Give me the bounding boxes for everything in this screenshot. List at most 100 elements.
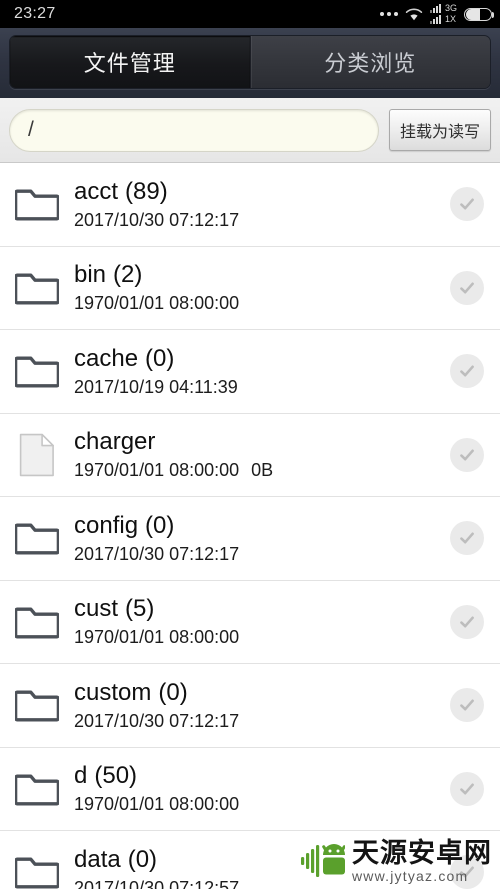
- path-input[interactable]: /: [9, 108, 379, 152]
- file-name-text: d: [74, 762, 88, 790]
- file-name-text: acct: [74, 177, 119, 205]
- tab-file-manager[interactable]: 文件管理: [10, 36, 250, 88]
- file-meta: 1970/01/01 08:00:00: [74, 292, 450, 314]
- file-info: cust (5) 1970/01/01 08:00:00: [62, 595, 450, 648]
- table-row[interactable]: acct (89) 2017/10/30 07:12:17: [0, 163, 500, 247]
- signal-1x-label: 1X: [444, 14, 456, 24]
- tab-bar: 文件管理 分类浏览: [9, 35, 491, 89]
- file-name-text: charger: [74, 428, 156, 456]
- table-row[interactable]: d (50) 1970/01/01 08:00:00: [0, 747, 500, 831]
- wifi-icon: [405, 8, 423, 21]
- select-checkmark-icon[interactable]: [450, 270, 484, 305]
- more-dots-icon: [379, 12, 398, 16]
- file-child-count: (0): [127, 845, 158, 873]
- table-row[interactable]: cache (0) 2017/10/19 04:11:39: [0, 330, 500, 414]
- file-meta: 1970/01/01 08:00:00 0B: [74, 459, 450, 481]
- table-row[interactable]: bin (2) 1970/01/01 08:00:00: [0, 246, 500, 330]
- file-name: data (0): [74, 846, 450, 874]
- file-child-count: (0): [158, 678, 188, 706]
- folder-icon: [12, 772, 62, 806]
- path-bar: / 挂载为读写: [0, 98, 500, 163]
- file-name: cache (0): [74, 345, 450, 373]
- file-name: d (50): [74, 762, 450, 790]
- file-name-text: cust: [74, 595, 119, 623]
- file-icon: [12, 433, 62, 477]
- tab-category-browse[interactable]: 分类浏览: [249, 36, 490, 88]
- file-info: cache (0) 2017/10/19 04:11:39: [62, 345, 450, 398]
- file-name-text: cache: [74, 344, 139, 372]
- signal-indicators: 3G 1X: [429, 3, 457, 24]
- select-checkmark-icon[interactable]: [450, 187, 484, 222]
- folder-icon: [12, 605, 62, 639]
- file-date: 1970/01/01 08:00:00: [74, 460, 240, 481]
- folder-icon: [12, 855, 62, 889]
- file-meta: 1970/01/01 08:00:00: [74, 626, 450, 648]
- status-bar-clock: 23:27: [14, 5, 56, 22]
- phone-screen: 23:27 3G 1X 文件管理 分类浏览 / 挂载为读写 acct (89) …: [0, 0, 500, 889]
- file-child-count: (0): [145, 344, 175, 372]
- signal-3g-icon: 3G: [429, 3, 457, 13]
- table-row[interactable]: charger 1970/01/01 08:00:00 0B: [0, 413, 500, 497]
- file-info: acct (89) 2017/10/30 07:12:17: [62, 178, 450, 231]
- file-date: 2017/10/30 07:12:17: [74, 543, 240, 564]
- battery-icon: [464, 7, 494, 21]
- file-meta: 2017/10/30 07:12:17: [74, 710, 450, 732]
- folder-icon: [12, 688, 62, 722]
- status-bar: 23:27 3G 1X: [0, 0, 500, 28]
- folder-icon: [12, 271, 62, 305]
- file-date: 1970/01/01 08:00:00: [74, 627, 240, 648]
- file-meta: 2017/10/30 07:12:17: [74, 209, 450, 231]
- folder-icon: [12, 521, 62, 555]
- select-checkmark-icon[interactable]: [450, 604, 484, 639]
- file-name: custom (0): [74, 679, 450, 707]
- table-row[interactable]: custom (0) 2017/10/30 07:12:17: [0, 664, 500, 748]
- signal-1x-icon: 1X: [429, 14, 457, 24]
- file-name: config (0): [74, 512, 450, 540]
- file-list[interactable]: acct (89) 2017/10/30 07:12:17 bin (2) 1970/01…: [0, 163, 500, 889]
- file-info: data (0) 2017/10/30 07:12:57: [62, 846, 450, 889]
- select-checkmark-icon[interactable]: [450, 521, 484, 556]
- file-date: 2017/10/30 07:12:17: [74, 710, 240, 731]
- file-date: 2017/10/30 07:12:17: [74, 209, 240, 230]
- file-name-text: bin: [74, 261, 107, 289]
- file-meta: 2017/10/19 04:11:39: [74, 376, 450, 398]
- select-checkmark-icon[interactable]: [450, 855, 484, 889]
- file-child-count: (0): [145, 511, 175, 539]
- folder-icon: [12, 187, 62, 221]
- file-date: 1970/01/01 08:00:00: [74, 293, 240, 314]
- file-child-count: (50): [94, 762, 138, 790]
- file-info: custom (0) 2017/10/30 07:12:17: [62, 679, 450, 732]
- file-meta: 2017/10/30 07:12:57: [74, 877, 450, 889]
- table-row[interactable]: data (0) 2017/10/30 07:12:57: [0, 831, 500, 889]
- tab-bar-container: 文件管理 分类浏览: [0, 28, 500, 98]
- table-row[interactable]: config (0) 2017/10/30 07:12:17: [0, 497, 500, 581]
- file-name-text: config: [74, 511, 139, 539]
- file-child-count: (89): [125, 177, 168, 205]
- folder-icon: [12, 354, 62, 388]
- select-checkmark-icon[interactable]: [450, 354, 484, 389]
- select-checkmark-icon[interactable]: [450, 437, 484, 472]
- file-info: config (0) 2017/10/30 07:12:17: [62, 512, 450, 565]
- table-row[interactable]: cust (5) 1970/01/01 08:00:00: [0, 580, 500, 664]
- file-name: acct (89): [74, 178, 450, 206]
- file-name-text: custom: [74, 678, 152, 706]
- mount-read-write-button[interactable]: 挂载为读写: [388, 109, 491, 151]
- file-child-count: (2): [113, 261, 143, 289]
- select-checkmark-icon[interactable]: [450, 771, 484, 806]
- file-meta: 1970/01/01 08:00:00: [74, 793, 450, 815]
- file-name: charger: [74, 428, 450, 456]
- file-child-count: (5): [125, 595, 155, 623]
- file-meta: 2017/10/30 07:12:17: [74, 543, 450, 565]
- file-date: 1970/01/01 08:00:00: [74, 794, 240, 815]
- select-checkmark-icon[interactable]: [450, 688, 484, 723]
- file-name: bin (2): [74, 261, 450, 289]
- file-info: bin (2) 1970/01/01 08:00:00: [62, 261, 450, 314]
- file-date: 2017/10/30 07:12:57: [74, 877, 240, 889]
- signal-3g-label: 3G: [444, 3, 457, 13]
- file-name-text: data: [74, 845, 121, 873]
- file-size: 0B: [251, 460, 274, 481]
- file-date: 2017/10/19 04:11:39: [74, 376, 238, 397]
- file-name: cust (5): [74, 595, 450, 623]
- file-info: charger 1970/01/01 08:00:00 0B: [62, 428, 450, 481]
- status-bar-icons: 3G 1X: [379, 3, 494, 24]
